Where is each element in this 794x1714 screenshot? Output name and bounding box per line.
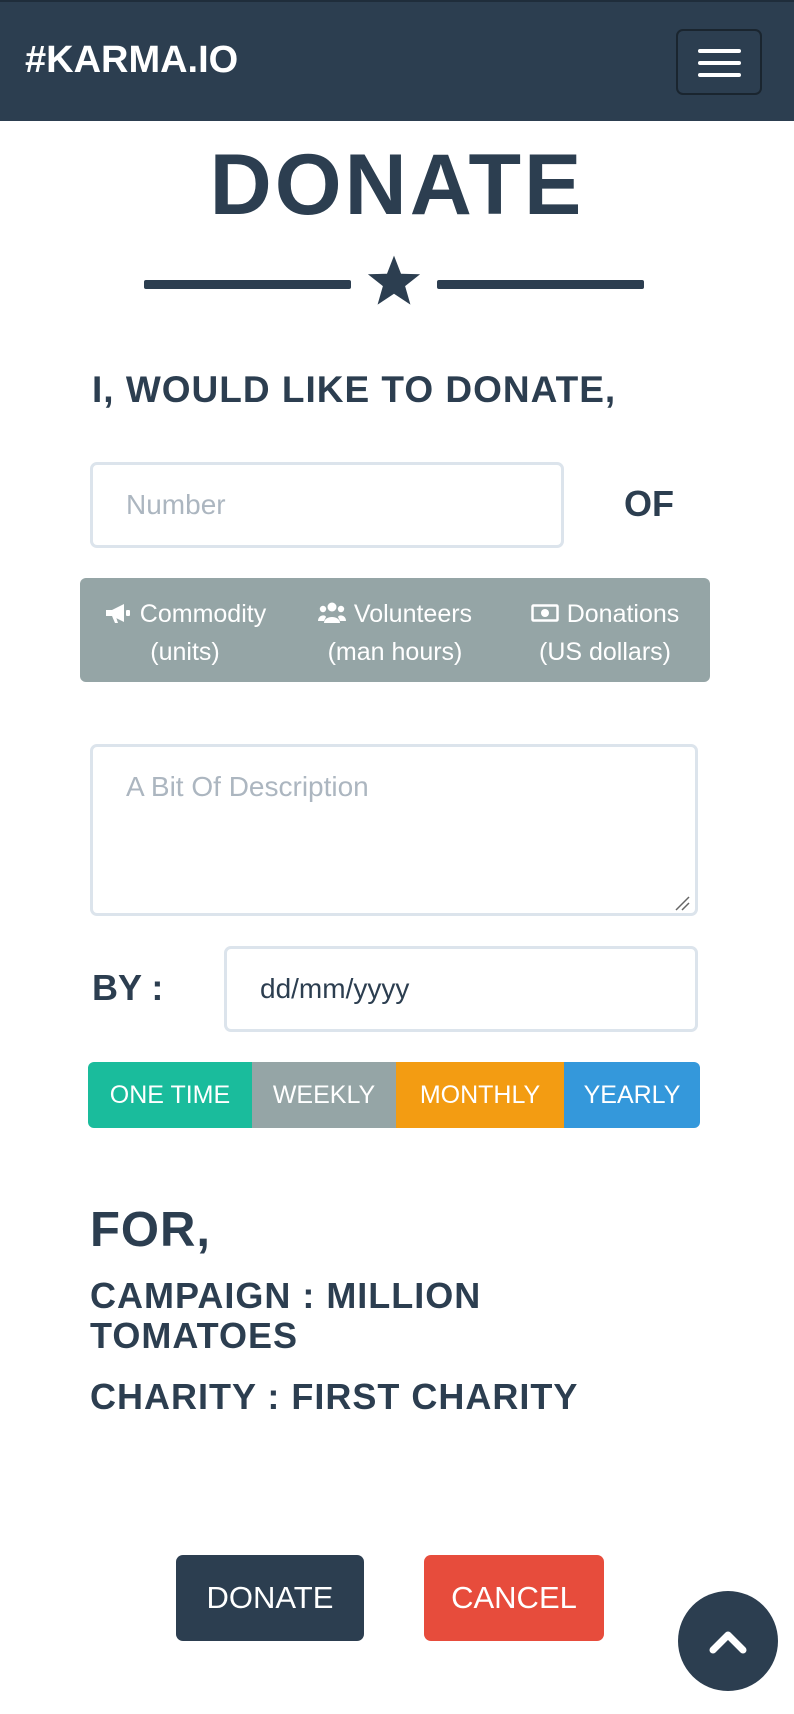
navbar: #KARMA.IO (0, 0, 794, 121)
campaign-name: CAMPAIGN : MILLION TOMATOES (90, 1275, 482, 1356)
divider-line-left (144, 280, 351, 289)
date-input[interactable]: dd/mm/yyyy (224, 946, 698, 1032)
frequency-weekly-button[interactable]: WEEKLY (252, 1062, 396, 1128)
of-label: OF (624, 483, 674, 524)
money-icon (530, 604, 559, 622)
unit-option-sub: (man hours) (327, 638, 463, 666)
page-title: DONATE (209, 137, 585, 233)
hamburger-icon (698, 49, 741, 53)
users-icon (317, 602, 346, 623)
menu-toggle-button[interactable] (676, 29, 762, 95)
by-date-label: BY : (92, 967, 164, 1008)
megaphone-icon (105, 604, 130, 623)
chevron-up-icon (709, 1631, 747, 1654)
frequency-monthly-button[interactable]: MONTHLY (396, 1062, 564, 1128)
unit-option-commodity[interactable]: Commodity (units) (80, 578, 290, 682)
quantity-input[interactable] (90, 462, 564, 548)
cancel-button[interactable]: CANCEL (424, 1555, 604, 1641)
frequency-selector: ONE TIME WEEKLY MONTHLY YEARLY (88, 1062, 700, 1128)
unit-option-label: Commodity (139, 600, 267, 628)
hamburger-icon-bar (698, 73, 741, 77)
description-textarea[interactable] (90, 744, 698, 916)
divider-line-right (437, 280, 644, 289)
unit-option-label: Donations (566, 600, 680, 628)
resize-handle-icon[interactable] (674, 895, 690, 911)
frequency-one-time-button[interactable]: ONE TIME (88, 1062, 252, 1128)
donate-intro-text: I, WOULD LIKE TO DONATE, (92, 369, 617, 410)
frequency-yearly-button[interactable]: YEARLY (564, 1062, 700, 1128)
hamburger-icon-bar (698, 61, 741, 65)
star-icon (367, 255, 421, 305)
donate-button[interactable]: DONATE (176, 1555, 364, 1641)
unit-type-selector: Commodity (units) Volunteers (man hours)… (80, 578, 710, 682)
unit-option-donations[interactable]: Donations (US dollars) (500, 578, 710, 682)
brand-logo[interactable]: #KARMA.IO (25, 36, 238, 84)
charity-name: CHARITY : FIRST CHARITY (90, 1376, 579, 1417)
unit-option-sub: (units) (150, 638, 220, 666)
unit-option-sub: (US dollars) (539, 638, 671, 666)
unit-option-volunteers[interactable]: Volunteers (man hours) (290, 578, 500, 682)
for-heading: FOR, (90, 1203, 212, 1257)
unit-option-label: Volunteers (353, 600, 473, 628)
scroll-to-top-button[interactable] (678, 1591, 778, 1691)
